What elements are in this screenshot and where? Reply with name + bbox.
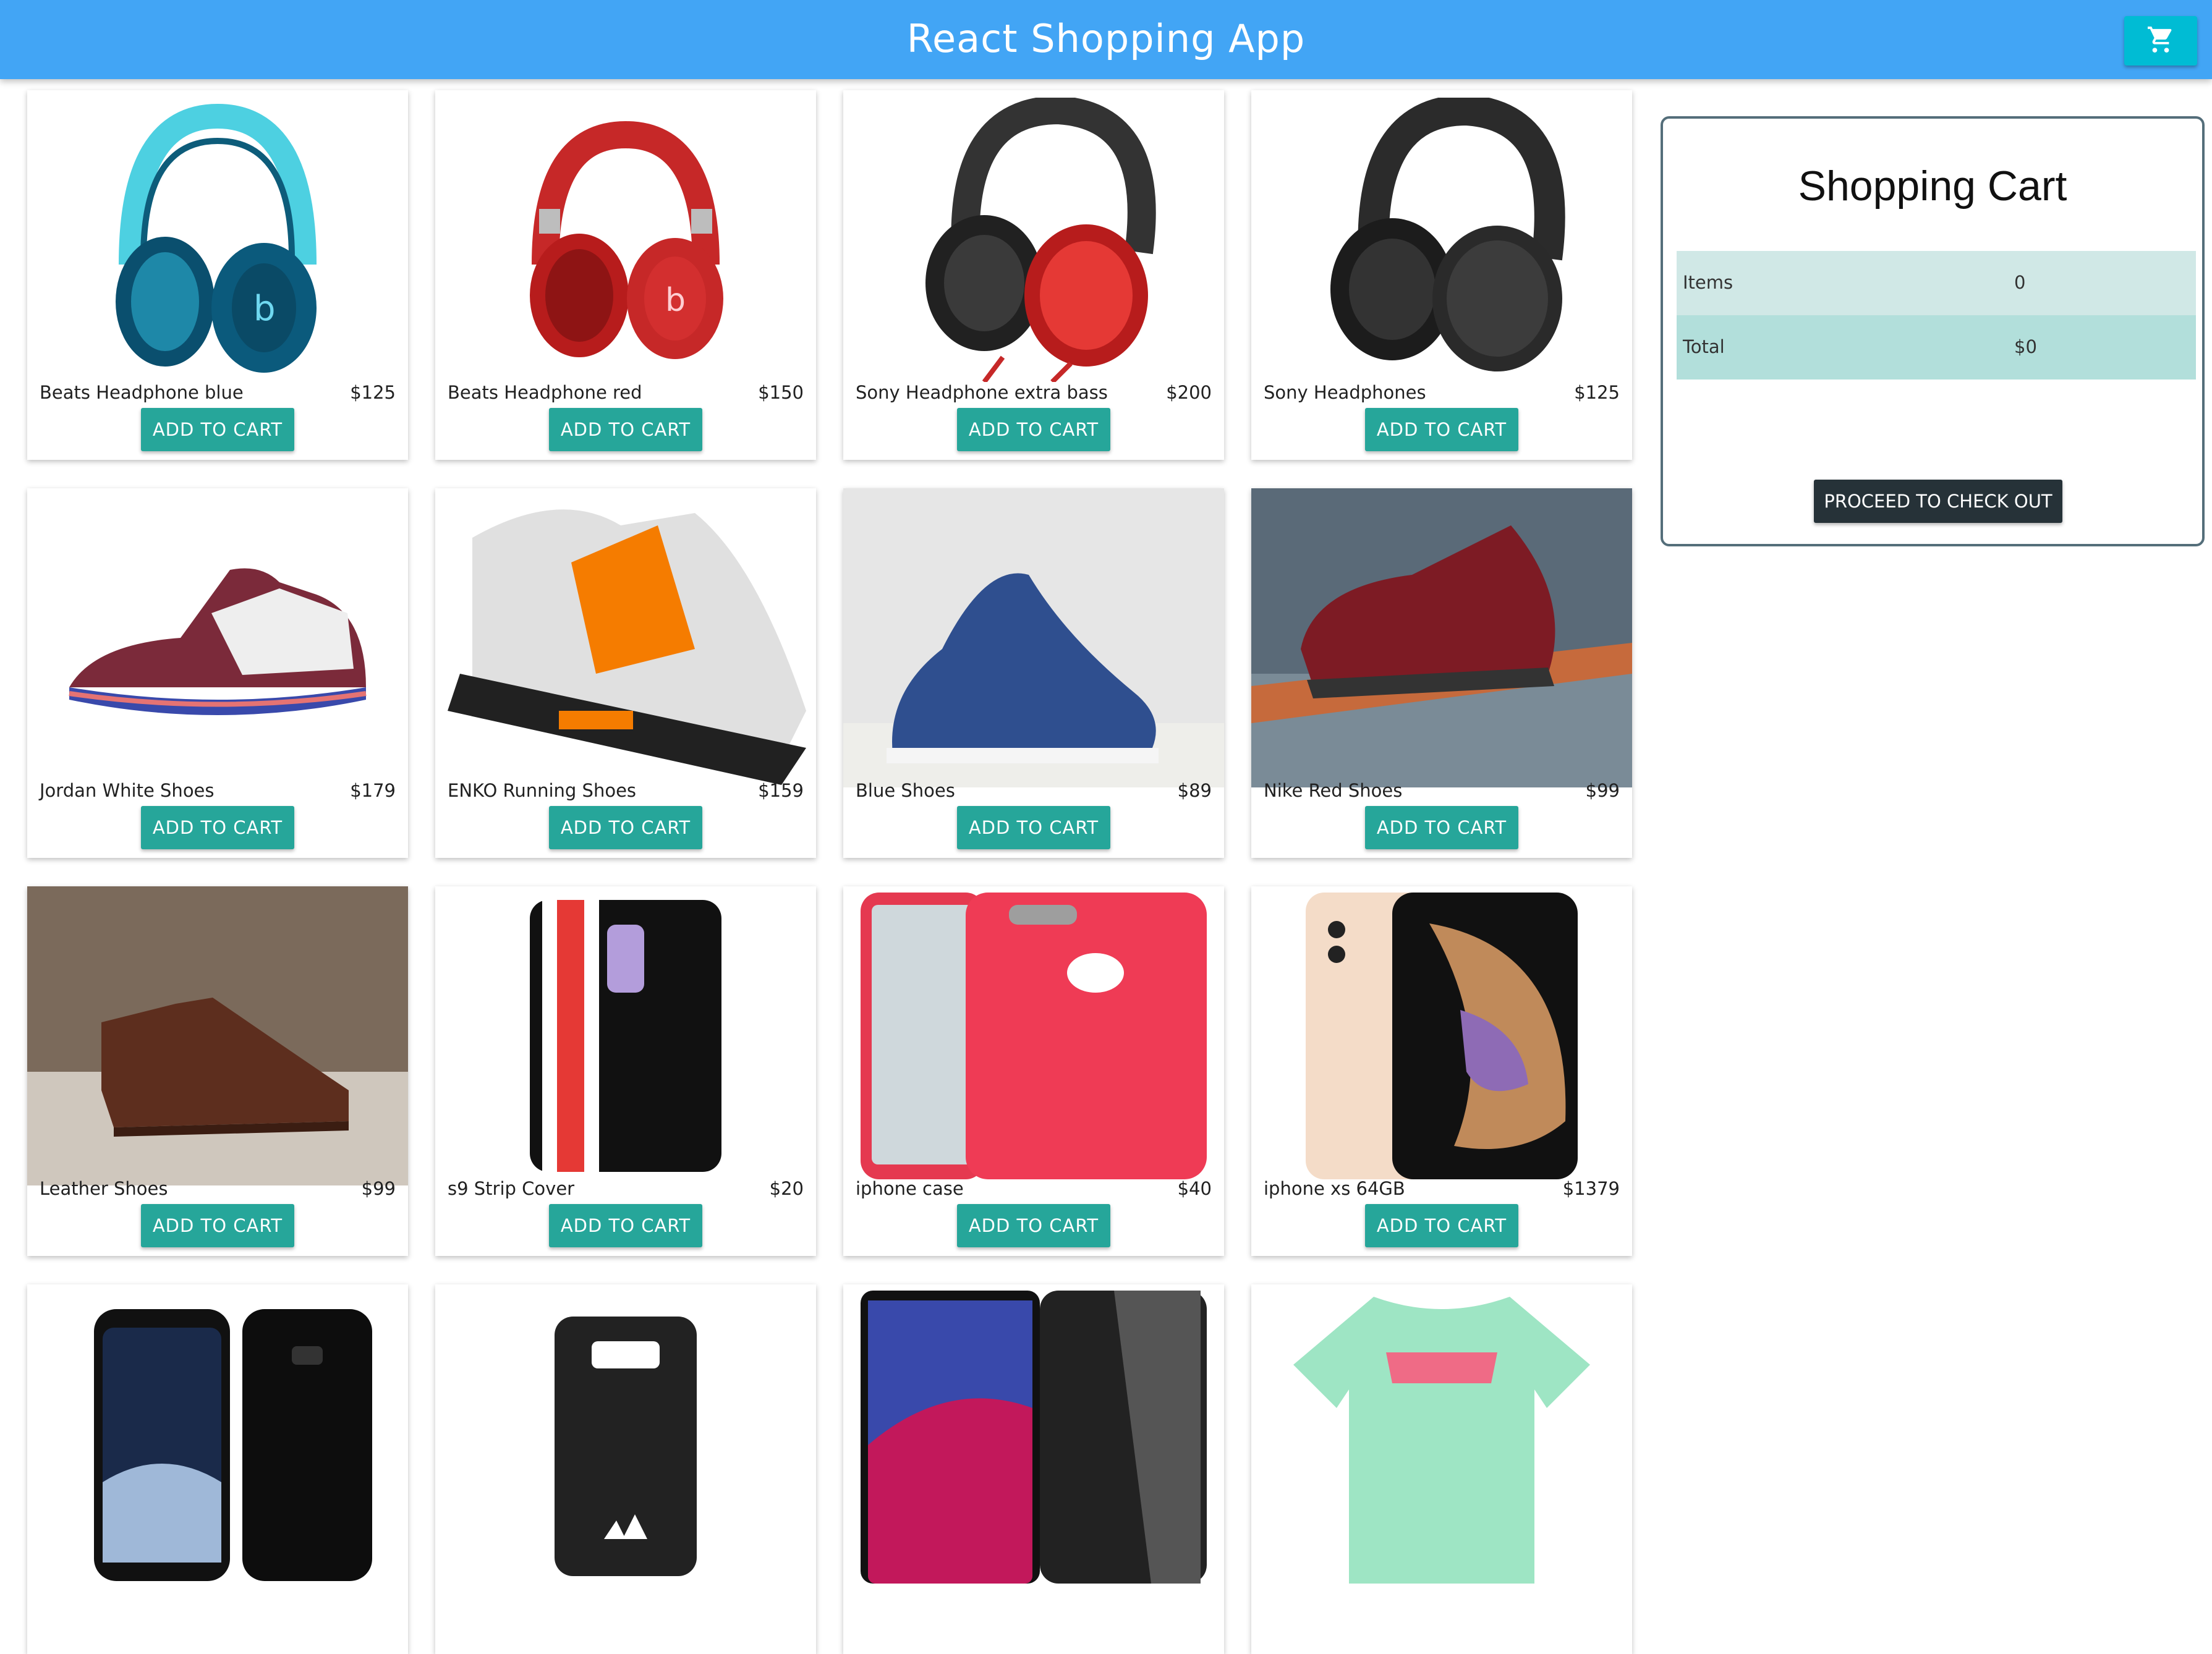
- product-card: [843, 1284, 1224, 1654]
- product-price: $1379: [1562, 1178, 1620, 1199]
- shopping-cart-icon: [2146, 27, 2175, 55]
- add-to-cart-button[interactable]: ADD TO CART: [957, 806, 1110, 849]
- product-card: iphone xs 64GB $1379 ADD TO CART: [1251, 886, 1632, 1256]
- product-card: iphone case $40 ADD TO CART: [843, 886, 1224, 1256]
- product-name: Jordan White Shoes: [40, 780, 215, 801]
- product-name: Beats Headphone red: [448, 382, 642, 403]
- add-to-cart-button[interactable]: ADD TO CART: [957, 408, 1110, 451]
- product-image-headphones-sony-black: [1251, 90, 1632, 389]
- cart-total-value: $0: [2014, 336, 2037, 357]
- cart-items-row: Items 0: [1677, 251, 2196, 315]
- product-card: ENKO Running Shoes $159 ADD TO CART: [435, 488, 816, 858]
- svg-text:b: b: [665, 282, 686, 319]
- product-price: $99: [361, 1178, 396, 1199]
- product-card: Nike Red Shoes $99 ADD TO CART: [1251, 488, 1632, 858]
- product-image-galaxy-s8: [27, 1284, 408, 1584]
- product-name: iphone case: [856, 1178, 964, 1199]
- product-card: s9 Strip Cover $20 ADD TO CART: [435, 886, 816, 1256]
- product-card: b Beats Headphone red $150 ADD TO CART: [435, 90, 816, 460]
- product-image-leather-shoe: [27, 886, 408, 1185]
- cart-button[interactable]: [2124, 16, 2197, 66]
- add-to-cart-button[interactable]: ADD TO CART: [1365, 408, 1518, 451]
- product-card: Jordan White Shoes $179 ADD TO CART: [27, 488, 408, 858]
- product-card: Sony Headphones $125 ADD TO CART: [1251, 90, 1632, 460]
- shopping-cart-panel: Shopping Cart Items 0 Total $0 PROCEED T…: [1661, 116, 2205, 546]
- app-title: React Shopping App: [906, 16, 1306, 61]
- product-image-blue-shoes: [843, 488, 1224, 787]
- product-card: Leather Shoes $99 ADD TO CART: [27, 886, 408, 1256]
- product-image-enko-shoe: [435, 488, 816, 787]
- cart-items-value: 0: [2014, 272, 2026, 293]
- product-price: $125: [1574, 382, 1620, 403]
- product-name: Blue Shoes: [856, 780, 955, 801]
- product-card: Blue Shoes $89 ADD TO CART: [843, 488, 1224, 858]
- product-price: $40: [1177, 1178, 1212, 1199]
- product-name: Leather Shoes: [40, 1178, 168, 1199]
- product-price: $89: [1177, 780, 1212, 801]
- product-card: [435, 1284, 816, 1654]
- product-price: $20: [769, 1178, 804, 1199]
- add-to-cart-button[interactable]: ADD TO CART: [1365, 1204, 1518, 1247]
- product-price: $150: [758, 382, 804, 403]
- svg-text:b: b: [253, 289, 276, 329]
- add-to-cart-button[interactable]: ADD TO CART: [1365, 806, 1518, 849]
- product-card: Sony Headphone extra bass $200 ADD TO CA…: [843, 90, 1224, 460]
- add-to-cart-button[interactable]: ADD TO CART: [549, 408, 702, 451]
- product-price: $125: [350, 382, 396, 403]
- product-image-s9-strip-cover: [435, 886, 816, 1185]
- product-image-iphone-xs: [1251, 886, 1632, 1185]
- add-to-cart-button[interactable]: ADD TO CART: [141, 408, 294, 451]
- app-bar: React Shopping App: [0, 0, 2212, 79]
- product-card: [1251, 1284, 1632, 1654]
- add-to-cart-button[interactable]: ADD TO CART: [141, 1204, 294, 1247]
- cart-total-row: Total $0: [1677, 315, 2196, 380]
- cart-items-label: Items: [1683, 272, 1733, 293]
- add-to-cart-button[interactable]: ADD TO CART: [549, 1204, 702, 1247]
- add-to-cart-button[interactable]: ADD TO CART: [549, 806, 702, 849]
- product-name: Beats Headphone blue: [40, 382, 244, 403]
- product-name: Sony Headphones: [1264, 382, 1426, 403]
- add-to-cart-button[interactable]: ADD TO CART: [957, 1204, 1110, 1247]
- product-name: Nike Red Shoes: [1264, 780, 1403, 801]
- product-card: [27, 1284, 408, 1654]
- product-price: $179: [350, 780, 396, 801]
- product-image-tshirt: [1251, 1284, 1632, 1584]
- product-card: b Beats Headphone blue $125 ADD TO CART: [27, 90, 408, 460]
- proceed-to-checkout-button[interactable]: PROCEED TO CHECK OUT: [1814, 480, 2062, 523]
- product-image-adidas-case: [435, 1284, 816, 1584]
- cart-total-label: Total: [1683, 336, 1725, 357]
- product-image-headphones-blue: b: [27, 90, 408, 389]
- product-image-headphones-sony-red: [843, 90, 1224, 389]
- product-price: $99: [1585, 780, 1620, 801]
- product-name: ENKO Running Shoes: [448, 780, 637, 801]
- product-name: Sony Headphone extra bass: [856, 382, 1108, 403]
- product-image-huawei-p20: [843, 1284, 1224, 1584]
- product-image-jordan-shoe: [27, 488, 408, 787]
- product-price: $159: [758, 780, 804, 801]
- product-image-nike-shoe: [1251, 488, 1632, 787]
- product-name: iphone xs 64GB: [1264, 1178, 1405, 1199]
- cart-heading: Shopping Cart: [1798, 163, 2067, 210]
- product-image-iphone-case: [843, 886, 1224, 1185]
- product-image-headphones-red: b: [435, 90, 816, 389]
- add-to-cart-button[interactable]: ADD TO CART: [141, 806, 294, 849]
- product-name: s9 Strip Cover: [448, 1178, 575, 1199]
- product-price: $200: [1166, 382, 1212, 403]
